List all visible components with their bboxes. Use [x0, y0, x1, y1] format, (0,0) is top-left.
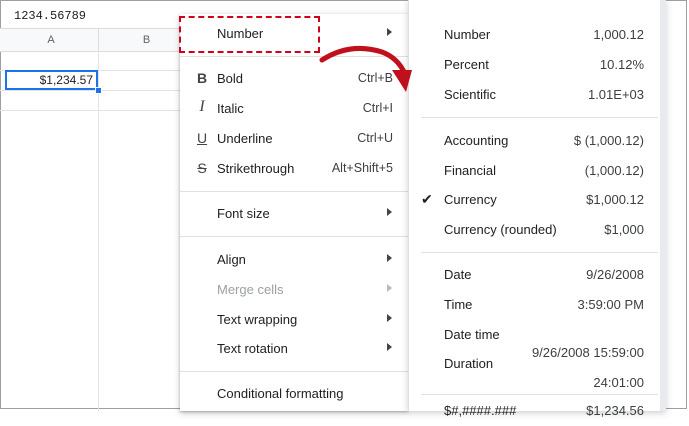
curved-arrow	[319, 45, 412, 92]
curved-arrow-head	[392, 70, 412, 92]
